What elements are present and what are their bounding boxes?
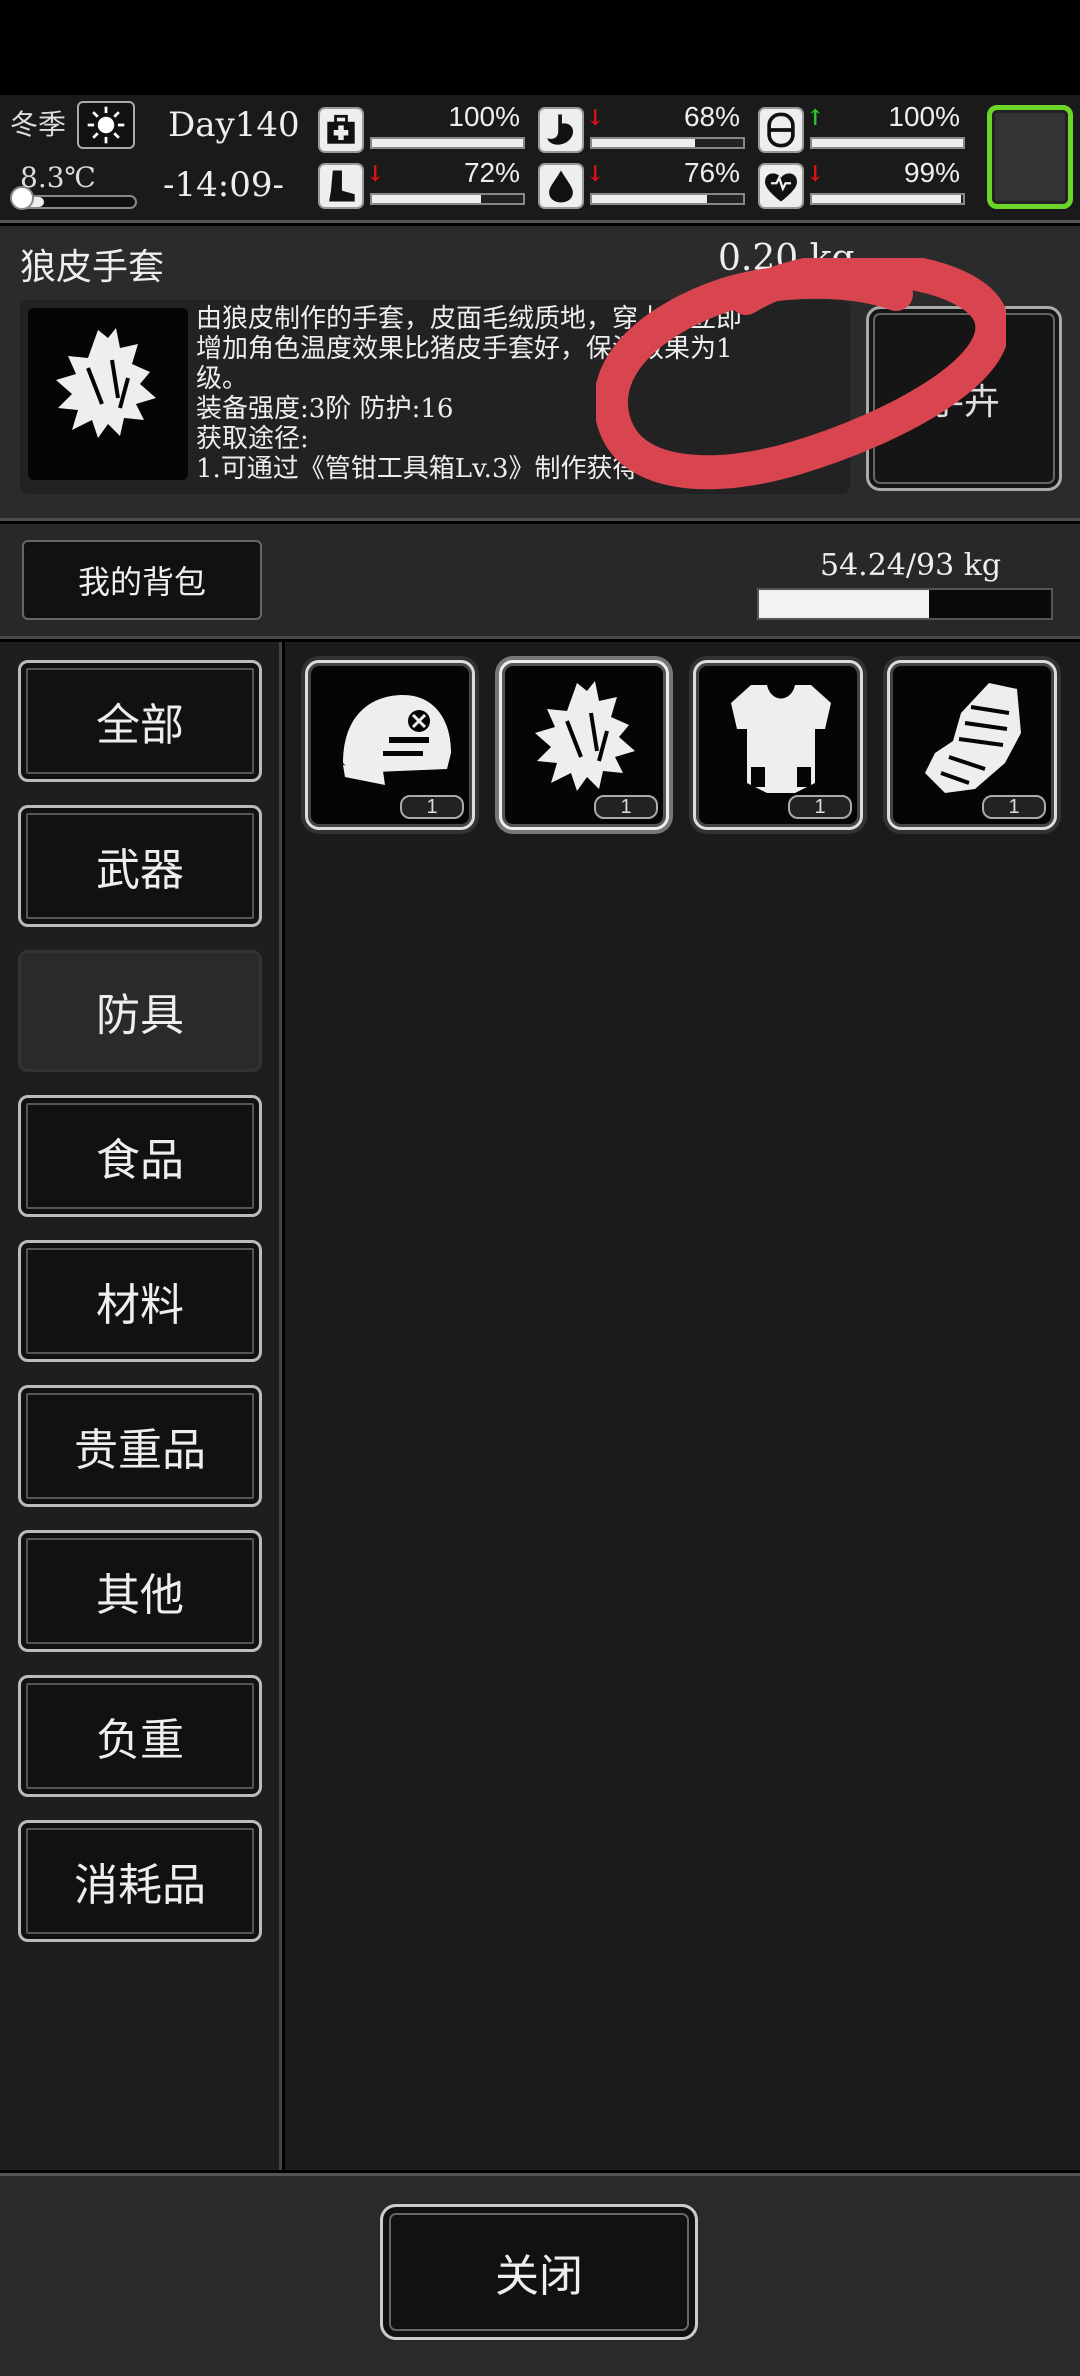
stat-value: 99% [903, 157, 960, 188]
stat-value: 100% [448, 101, 520, 132]
category-consumables[interactable]: 消耗品 [18, 1820, 262, 1942]
stat-thirst: ↓ 76% [538, 157, 748, 211]
description-line: 级。 [196, 364, 249, 394]
stat-value: 72% [463, 157, 520, 188]
item-name: 狼皮手套 [20, 247, 165, 288]
stat-bar [370, 193, 525, 205]
stat-health: 100% [318, 101, 528, 155]
stat-bar-fill [812, 139, 963, 147]
item-quantity: 1 [982, 795, 1046, 819]
category-other[interactable]: 其他 [18, 1530, 262, 1652]
category-armor[interactable]: 防具 [18, 950, 262, 1072]
trend-arrow: ↓ [366, 161, 385, 187]
stat-bar-fill [592, 139, 695, 147]
stat-stamina: ↓ 72% [318, 157, 528, 211]
helmet-icon [343, 695, 451, 785]
my-bag-button[interactable]: 我的背包 [22, 540, 262, 620]
water-drop-icon [538, 163, 584, 209]
item-quantity: 1 [400, 795, 464, 819]
category-materials[interactable]: 材料 [18, 1240, 262, 1362]
category-food[interactable]: 食品 [18, 1095, 262, 1217]
body-armor-icon [731, 685, 831, 793]
stat-bar [590, 193, 745, 205]
item-slot-body-armor[interactable]: 1 [693, 660, 863, 830]
category-valuables[interactable]: 贵重品 [18, 1385, 262, 1507]
item-detail-panel: 狼皮手套 0.20 kg 由狼皮制作的手套，皮面毛绒质地，穿上后立即 增加角色温… [0, 226, 1080, 521]
boot-icon [318, 163, 364, 209]
stat-value: 100% [888, 101, 960, 132]
item-slot-wolf-fur-glove[interactable]: 1 [499, 660, 669, 830]
heart-icon [758, 163, 804, 209]
day-counter: Day140 [168, 105, 300, 145]
medkit-icon [318, 107, 364, 153]
item-thumbnail [28, 308, 188, 480]
bag-capacity-text: 54.24/93 kg [820, 548, 1002, 583]
stat-bar [370, 137, 525, 149]
item-slot-helmet[interactable]: 1 [305, 660, 475, 830]
bag-header: 我的背包 54.24/93 kg [0, 524, 1080, 639]
stat-bar [810, 137, 965, 149]
bag-capacity-bar [757, 588, 1053, 620]
item-quantity: 1 [594, 795, 658, 819]
wolf-fur-glove-icon [56, 328, 156, 438]
equip-button[interactable]: 手卉 [866, 306, 1062, 491]
stat-bar-fill [812, 195, 962, 203]
trend-arrow: ↑ [806, 105, 825, 131]
item-detail-card: 由狼皮制作的手套，皮面毛绒质地，穿上后立即 增加角色温度效果比猪皮手套好，保温效… [20, 300, 850, 494]
stat-hunger: ↓ 68% [538, 101, 748, 155]
stat-mood: ↓ 99% [758, 157, 968, 211]
description-line: 增加角色温度效果比猪皮手套好，保温效果为1 [196, 334, 733, 364]
trend-arrow: ↓ [586, 161, 605, 187]
stat-energy: ↑ 100% [758, 101, 968, 155]
player-status-bar: 冬季 8.3℃ Day140 -14:09- 100% ↓ 68% ↑ 100%… [0, 95, 1080, 223]
temperature-value: 8.3℃ [20, 161, 96, 194]
bottom-bar: 关闭 [0, 2173, 1080, 2376]
game-clock: -14:09- [163, 165, 284, 205]
category-weapons[interactable]: 武器 [18, 805, 262, 927]
stat-bar-fill [372, 139, 523, 147]
pill-icon [758, 107, 804, 153]
category-all[interactable]: 全部 [18, 660, 262, 782]
trend-arrow: ↓ [806, 161, 825, 187]
close-button[interactable]: 关闭 [380, 2204, 698, 2340]
description-line: 由狼皮制作的手套，皮面毛绒质地，穿上后立即 [196, 304, 743, 334]
trend-arrow: ↓ [586, 105, 605, 131]
stat-bar [590, 137, 745, 149]
stat-value: 76% [683, 157, 740, 188]
wolf-fur-glove-icon [535, 681, 635, 791]
item-weight: 0.20 kg [718, 238, 855, 279]
stat-bar-fill [592, 195, 707, 203]
item-quantity: 1 [788, 795, 852, 819]
sun-icon [77, 101, 135, 149]
item-slot-armored-gauntlet[interactable]: 1 [887, 660, 1057, 830]
description-line: 装备强度:3阶 防护:16 [196, 394, 454, 424]
season-label: 冬季 [10, 108, 67, 141]
description-line: 1.可通过《管钳工具箱Lv.3》制作获得 [196, 454, 639, 484]
quick-slot[interactable] [987, 105, 1073, 209]
system-status-area [0, 0, 1080, 95]
category-load[interactable]: 负重 [18, 1675, 262, 1797]
stomach-icon [538, 107, 584, 153]
armored-gauntlet-icon [925, 683, 1021, 793]
stat-value: 68% [683, 101, 740, 132]
item-description: 由狼皮制作的手套，皮面毛绒质地，穿上后立即 增加角色温度效果比猪皮手套好，保温效… [196, 304, 846, 484]
bag-capacity-fill [759, 590, 930, 618]
category-sidebar: 全部 武器 防具 食品 材料 贵重品 其他 负重 消耗品 [0, 642, 282, 2170]
description-line: 获取途径: [196, 424, 309, 454]
stat-bar [810, 193, 965, 205]
temperature-marker [10, 186, 34, 210]
item-grid: 1 1 1 1 [285, 642, 1080, 2170]
stat-bar-fill [372, 195, 481, 203]
